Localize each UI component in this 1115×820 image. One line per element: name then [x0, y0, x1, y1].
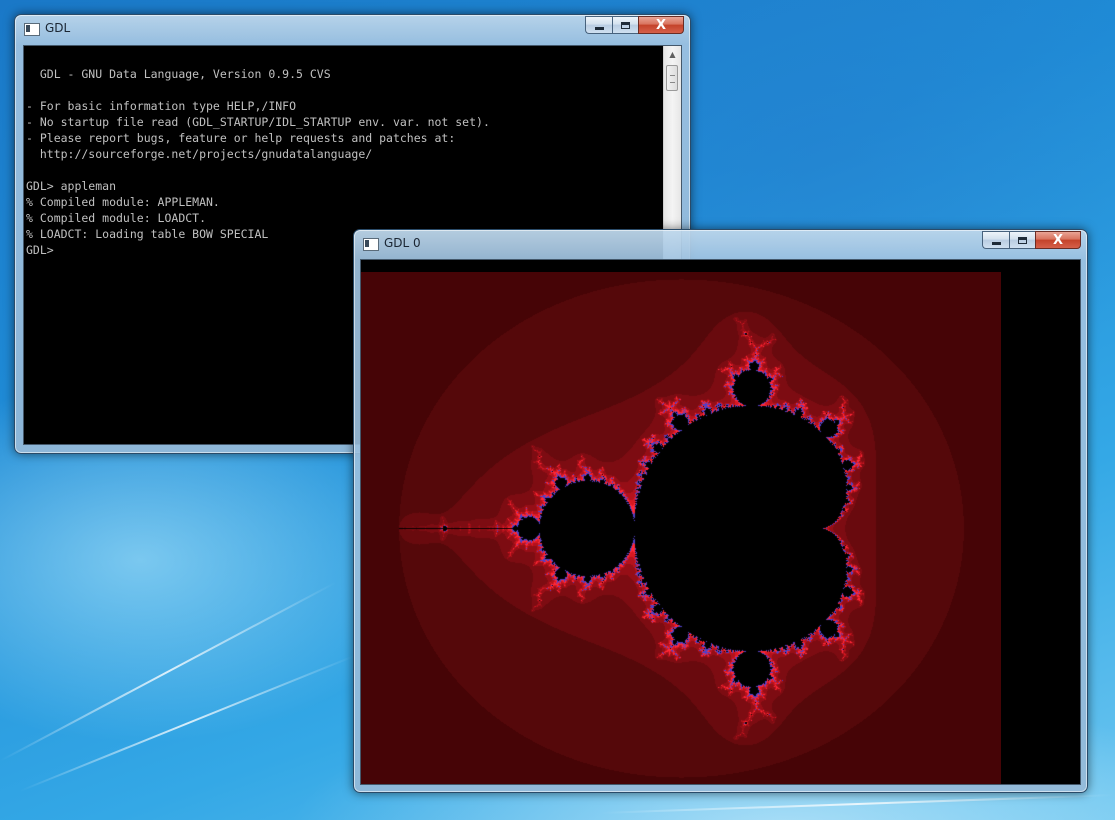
plot-caption-buttons: X — [982, 231, 1081, 250]
minimize-icon — [594, 26, 604, 30]
console-maximize-button[interactable] — [612, 16, 638, 34]
console-window-title: GDL — [45, 21, 71, 35]
plot-app-icon — [363, 238, 379, 251]
console-close-button[interactable]: X — [638, 16, 684, 34]
wallpaper-streak — [599, 794, 1115, 814]
console-app-icon — [24, 23, 40, 36]
plot-titlebar[interactable]: GDL 0 X — [354, 230, 1087, 258]
console-caption-buttons: X — [585, 16, 684, 35]
scroll-thumb[interactable] — [666, 65, 678, 91]
minimize-icon — [991, 241, 1001, 245]
console-titlebar[interactable]: GDL X — [15, 15, 690, 43]
plot-minimize-button[interactable] — [982, 231, 1009, 249]
mandelbrot-image — [361, 272, 1001, 784]
plot-window[interactable]: GDL 0 X — [353, 229, 1088, 793]
console-minimize-button[interactable] — [585, 16, 612, 34]
close-icon: X — [655, 17, 667, 33]
maximize-icon — [621, 21, 630, 29]
scroll-up-icon[interactable]: ▲ — [664, 46, 681, 63]
wallpaper-streak — [0, 581, 336, 762]
maximize-icon — [1018, 236, 1027, 244]
close-icon: X — [1052, 232, 1064, 248]
plot-close-button[interactable]: X — [1035, 231, 1081, 249]
plot-area[interactable] — [360, 259, 1081, 785]
console-text: GDL - GNU Data Language, Version 0.9.5 C… — [26, 67, 490, 257]
plot-maximize-button[interactable] — [1009, 231, 1035, 249]
plot-window-title: GDL 0 — [384, 236, 421, 250]
